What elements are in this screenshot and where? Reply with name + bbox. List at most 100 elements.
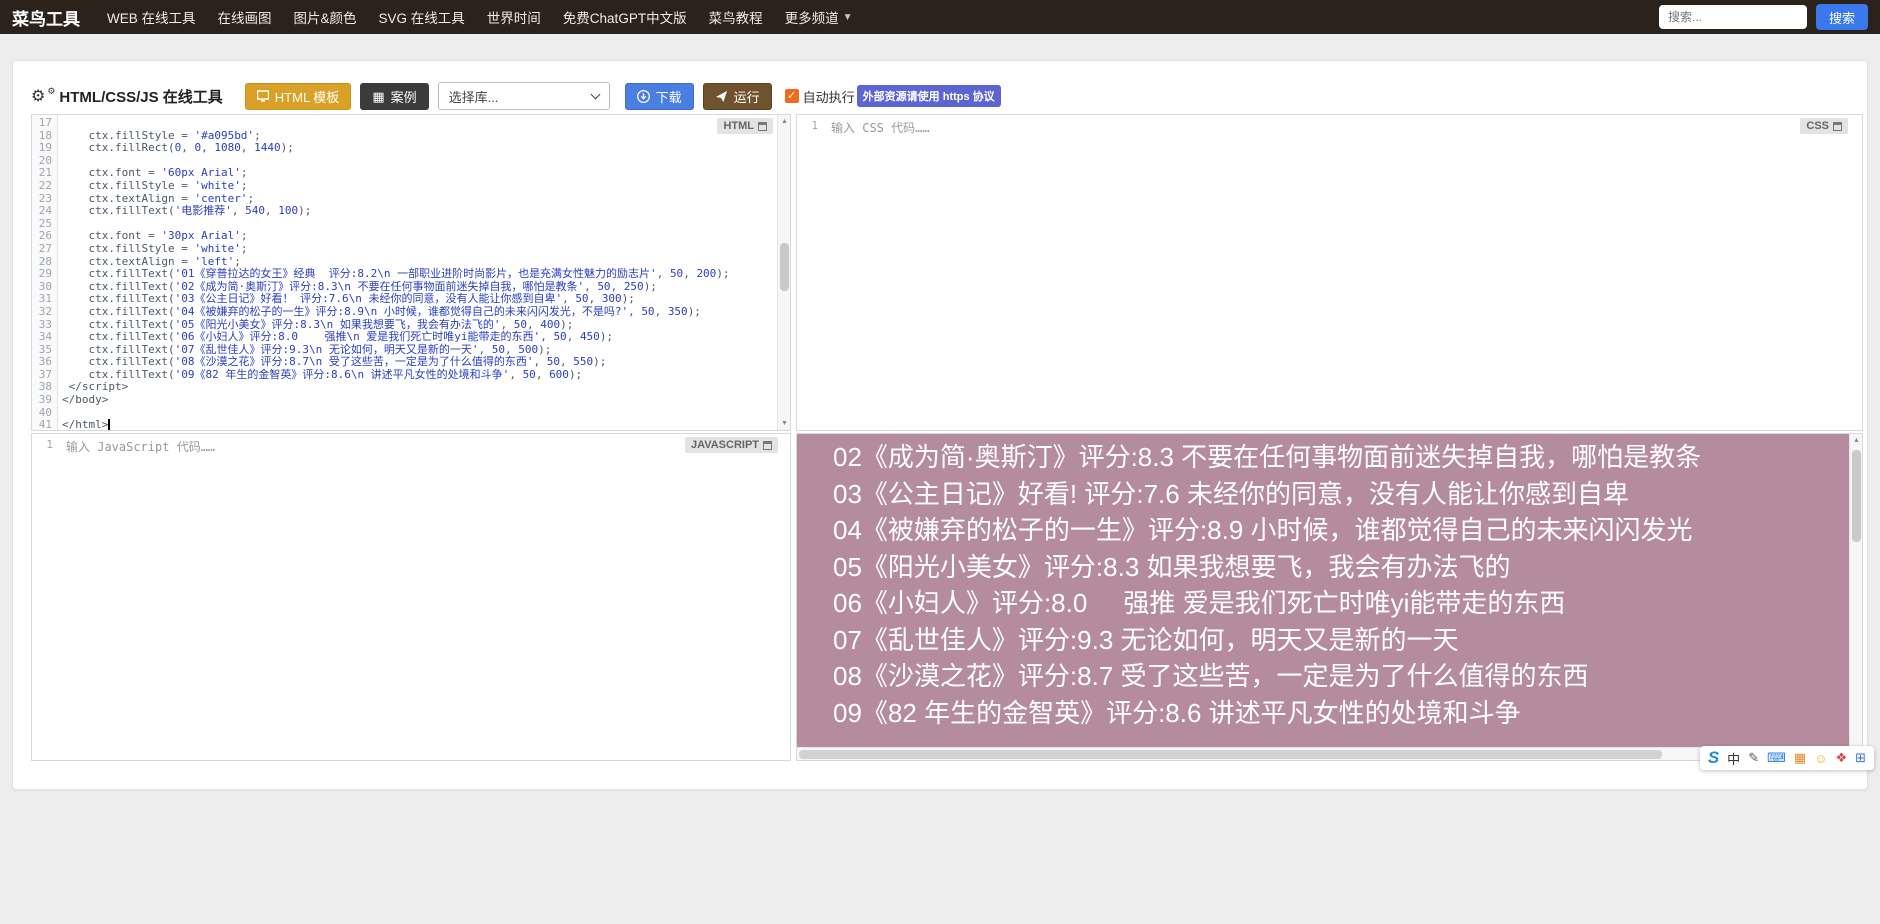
ime-toolbox-icon[interactable]: ▦ xyxy=(1794,750,1806,766)
editor-toolbar: ⚙⚙ HTML/CSS/JS 在线工具 HTML 模板 ▦ 案例 选择库... … xyxy=(31,81,1849,111)
window-icon xyxy=(763,441,772,450)
line-number: 27 xyxy=(32,243,57,256)
line-number: 34 xyxy=(32,331,57,344)
js-badge-label: JAVASCRIPT xyxy=(691,439,759,451)
nav-more-label: 更多频道 xyxy=(785,7,839,27)
html-code-area[interactable]: ctx.fillStyle = '#a095bd'; ctx.fillRect(… xyxy=(59,115,776,430)
nav-item-more-channels[interactable]: 更多频道 ▼ xyxy=(774,7,864,27)
line-number: 19 xyxy=(32,142,57,155)
code-line[interactable]: ctx.fillText('09《82 年生的金智英》评分:8.6\n 讲述平凡… xyxy=(62,369,776,382)
gear-small-icon: ⚙ xyxy=(47,86,55,97)
scrollbar-thumb[interactable] xyxy=(799,750,1662,759)
preview-scrollbar-horizontal[interactable] xyxy=(797,747,1849,760)
chevron-down-icon: ▼ xyxy=(843,12,853,23)
ime-emoji-icon[interactable]: ☺ xyxy=(1814,751,1827,766)
js-editor-panel: JAVASCRIPT 1 输入 JavaScript 代码…… xyxy=(31,433,791,761)
nav-item[interactable]: 菜鸟教程 xyxy=(698,7,774,27)
js-panel-badge: JAVASCRIPT xyxy=(685,437,778,453)
code-line[interactable]: ctx.fillRect(0, 0, 1080, 1440); xyxy=(62,142,776,155)
code-line[interactable]: ctx.fillText('电影推荐', 540, 100); xyxy=(62,205,776,218)
js-line-number: 1 xyxy=(32,438,58,451)
line-number: 22 xyxy=(32,180,57,193)
ime-chinese-icon[interactable]: 中 xyxy=(1727,749,1740,768)
preview-line: 08《沙漠之花》评分:8.7 受了这些苦，一定是为了什么值得的东西 xyxy=(833,658,1849,695)
nav-item[interactable]: 世界时间 xyxy=(476,7,552,27)
css-panel-badge: CSS xyxy=(1800,118,1848,134)
css-code-area[interactable]: 输入 CSS 代码…… xyxy=(831,119,930,136)
scroll-up-icon[interactable]: ▲ xyxy=(1850,434,1863,447)
preview-line: 02《成为简·奥斯汀》评分:8.3 不要在任何事物面前迷失掉自我，哪怕是教条 xyxy=(833,439,1849,476)
html-panel-badge: HTML xyxy=(717,118,773,134)
html-editor-panel: HTML 17181920212223242526272829303132333… xyxy=(31,114,791,431)
html-editor-scrollbar[interactable]: ▲ ▼ xyxy=(777,115,790,430)
page-title: ⚙⚙ HTML/CSS/JS 在线工具 xyxy=(31,86,223,107)
code-line[interactable]: </html> xyxy=(62,419,776,430)
autorun-label: 自动执行 xyxy=(803,87,855,106)
css-editor-panel: CSS 1 输入 CSS 代码…… xyxy=(796,114,1863,431)
library-select-value: 选择库... xyxy=(449,87,499,106)
ime-icons: 中 ✎ ⌨ ▦ ☺ ❖ ⊞ xyxy=(1727,749,1866,768)
examples-label: 案例 xyxy=(391,87,417,106)
ime-skin-icon[interactable]: ❖ xyxy=(1835,750,1847,766)
page-title-label: HTML/CSS/JS 在线工具 xyxy=(59,86,222,107)
brand-logo[interactable]: 菜鸟工具 xyxy=(12,5,80,30)
html-template-button[interactable]: HTML 模板 xyxy=(245,83,352,110)
search-input[interactable] xyxy=(1659,5,1807,29)
preview-line: 07《乱世佳人》评分:9.3 无论如何，明天又是新的一天 xyxy=(833,622,1849,659)
editor-card: ⚙⚙ HTML/CSS/JS 在线工具 HTML 模板 ▦ 案例 选择库... … xyxy=(12,60,1868,790)
code-line[interactable]: </script> xyxy=(62,381,776,394)
scrollbar-thumb[interactable] xyxy=(780,243,789,291)
ime-pen-icon[interactable]: ✎ xyxy=(1748,750,1759,766)
download-button[interactable]: 下载 xyxy=(625,83,694,110)
top-navbar: 菜鸟工具 WEB 在线工具在线画图图片&颜色SVG 在线工具世界时间免费Chat… xyxy=(0,0,1880,34)
ime-keyboard-icon[interactable]: ⌨ xyxy=(1767,750,1786,766)
chevron-down-icon xyxy=(590,89,600,99)
https-protocol-badge: 外部资源请使用 https 协议 xyxy=(857,85,1001,107)
preview-line: 06《小妇人》评分:8.0 强推 爱是我们死亡时唯yi能带走的东西 xyxy=(833,585,1849,622)
text-cursor xyxy=(108,419,110,430)
line-number: 36 xyxy=(32,356,57,369)
nav-item[interactable]: WEB 在线工具 xyxy=(96,7,207,27)
preview-scrollbar-vertical[interactable]: ▲ ▼ xyxy=(1849,434,1862,760)
html-template-label: HTML 模板 xyxy=(275,87,340,106)
ime-grid-icon[interactable]: ⊞ xyxy=(1855,750,1866,766)
paper-plane-icon xyxy=(715,90,728,103)
cloud-download-icon xyxy=(637,90,650,103)
grid-icon: ▦ xyxy=(372,90,384,103)
search-button[interactable]: 搜索 xyxy=(1816,4,1868,30)
html-line-gutter: 1718192021222324252627282930313233343536… xyxy=(32,115,58,430)
page-root: { "nav": { "brand": "菜鸟工具", "items": ["W… xyxy=(0,0,1880,924)
autorun-checkbox[interactable]: ✓ xyxy=(785,89,799,103)
code-line[interactable]: </body> xyxy=(62,394,776,407)
preview-panel: 02《成为简·奥斯汀》评分:8.3 不要在任何事物面前迷失掉自我，哪怕是教条03… xyxy=(796,433,1863,761)
examples-button[interactable]: ▦ 案例 xyxy=(360,83,428,110)
preview-line: 05《阳光小美女》评分:8.3 如果我想要飞，我会有办法飞的 xyxy=(833,549,1849,586)
line-number: 24 xyxy=(32,205,57,218)
code-line[interactable] xyxy=(62,407,776,420)
preview-line: 09《82 年生的金智英》评分:8.6 讲述平凡女性的处境和斗争 xyxy=(833,695,1849,732)
nav-item[interactable]: SVG 在线工具 xyxy=(368,7,476,27)
scroll-up-icon[interactable]: ▲ xyxy=(778,115,791,128)
preview-line: 04《被嫌弃的松子的一生》评分:8.9 小时候，谁都觉得自己的未来闪闪发光 xyxy=(833,512,1849,549)
css-line-number: 1 xyxy=(797,119,823,132)
line-number: 29 xyxy=(32,268,57,281)
sogou-logo-icon[interactable]: S xyxy=(1708,748,1719,768)
ime-toolbar: S 中 ✎ ⌨ ▦ ☺ ❖ ⊞ xyxy=(1700,746,1874,770)
js-code-area[interactable]: 输入 JavaScript 代码…… xyxy=(66,438,215,455)
gear-icon: ⚙ xyxy=(31,86,45,106)
nav-menu: WEB 在线工具在线画图图片&颜色SVG 在线工具世界时间免费ChatGPT中文… xyxy=(96,7,774,27)
line-number: 17 xyxy=(32,117,57,130)
autorun-group: ✓ 自动执行 xyxy=(785,87,855,106)
template-icon xyxy=(257,90,269,102)
library-select[interactable]: 选择库... xyxy=(438,82,610,110)
run-button[interactable]: 运行 xyxy=(703,83,772,110)
window-icon xyxy=(1833,122,1842,131)
scroll-down-icon[interactable]: ▼ xyxy=(778,417,791,430)
line-number: 41 xyxy=(32,419,57,430)
nav-item[interactable]: 免费ChatGPT中文版 xyxy=(552,7,698,27)
scrollbar-thumb[interactable] xyxy=(1852,450,1861,542)
window-icon xyxy=(758,122,767,131)
line-number: 32 xyxy=(32,306,57,319)
nav-item[interactable]: 图片&颜色 xyxy=(283,7,368,27)
nav-item[interactable]: 在线画图 xyxy=(207,7,283,27)
